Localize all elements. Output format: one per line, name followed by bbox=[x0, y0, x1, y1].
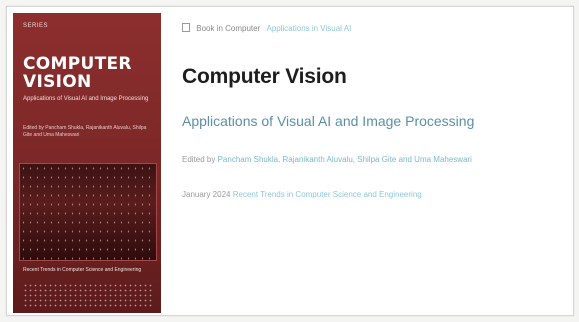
cover-authors: Edited by Pancham Shukla, Rajanikanth Al… bbox=[23, 125, 147, 138]
cover-artwork bbox=[19, 163, 157, 261]
cover-footer-text: Recent Trends in Computer Science and En… bbox=[23, 267, 142, 273]
cover-subtitle: Applications of Visual AI and Image Proc… bbox=[23, 96, 149, 102]
editors-prefix: Edited by bbox=[182, 155, 216, 164]
cover-series-label: SERIES bbox=[23, 23, 49, 29]
breadcrumb: Book in Computer Applications in Visual … bbox=[182, 23, 351, 33]
cover-title: COMPUTER VISION bbox=[23, 54, 132, 92]
release-series-link[interactable]: Recent Trends in Computer Science and En… bbox=[233, 190, 422, 199]
book-cover-image[interactable]: SERIES COMPUTER VISION Applications of V… bbox=[13, 13, 161, 313]
editors-names-link[interactable]: Pancham Shukla, Rajanikanth Aluvalu, Shi… bbox=[218, 155, 472, 164]
book-title[interactable]: Computer Vision bbox=[182, 65, 347, 89]
cover-publisher-mark bbox=[23, 283, 153, 307]
book-icon bbox=[182, 23, 190, 32]
release-date: January 2024 bbox=[182, 190, 231, 199]
book-subtitle: Applications of Visual AI and Image Proc… bbox=[182, 113, 475, 129]
cover-artwork-pattern bbox=[20, 164, 156, 260]
breadcrumb-label: Book in Computer bbox=[196, 24, 261, 33]
book-card: SERIES COMPUTER VISION Applications of V… bbox=[6, 6, 574, 316]
release-info: January 2024 Recent Trends in Computer S… bbox=[182, 190, 422, 199]
book-editors: Edited by Pancham Shukla, Rajanikanth Al… bbox=[182, 155, 472, 164]
breadcrumb-link[interactable]: Applications in Visual AI bbox=[267, 24, 352, 33]
